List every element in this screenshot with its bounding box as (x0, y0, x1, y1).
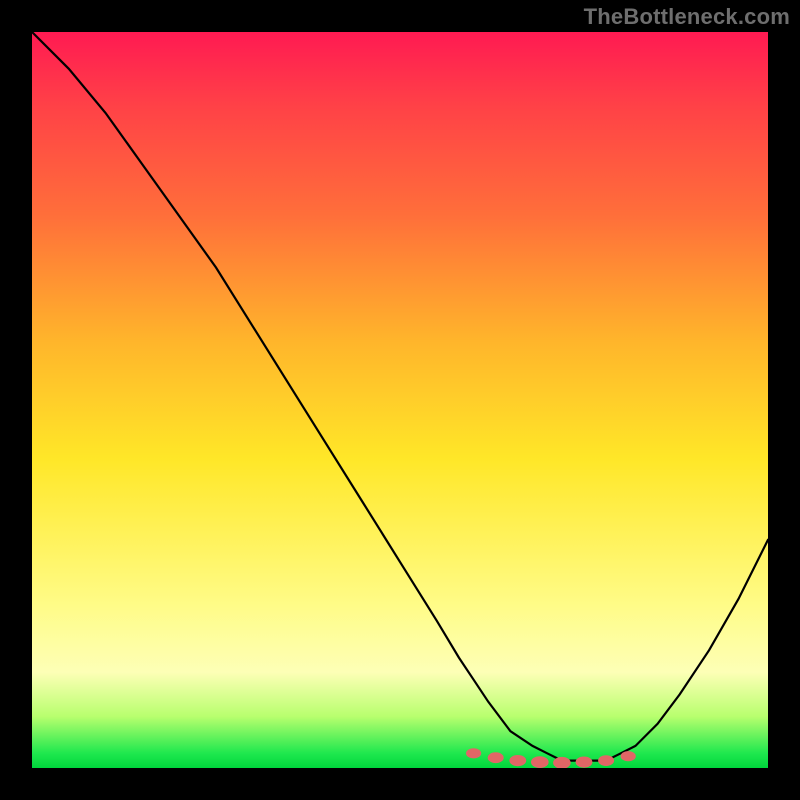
chart-stage: TheBottleneck.com (0, 0, 800, 800)
optimal-dot (598, 755, 614, 766)
chart-overlay (32, 32, 768, 768)
optimal-range-markers (466, 748, 636, 768)
bottleneck-curve (32, 32, 768, 761)
optimal-dot (621, 751, 636, 761)
optimal-dot (509, 755, 526, 766)
optimal-dot (531, 756, 549, 768)
optimal-dot (576, 757, 593, 768)
optimal-dot (488, 752, 504, 763)
optimal-dot (466, 748, 481, 758)
attribution-text: TheBottleneck.com (584, 4, 790, 30)
